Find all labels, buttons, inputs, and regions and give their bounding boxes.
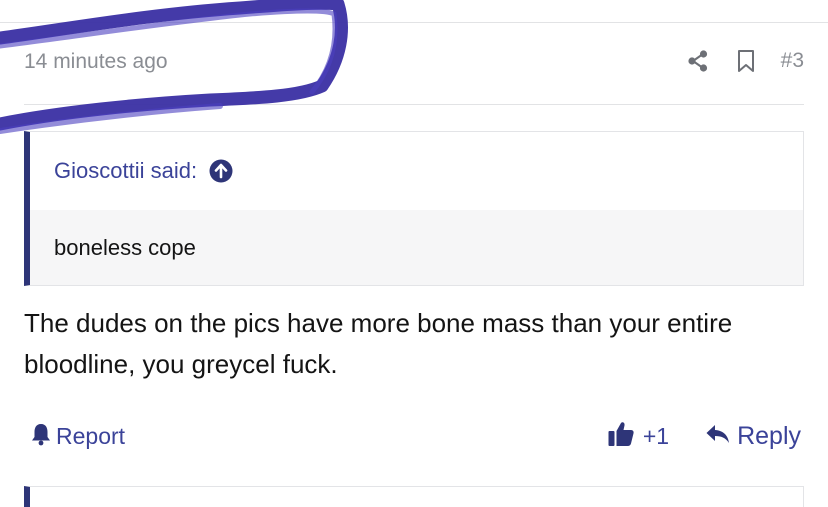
header-divider [24, 104, 804, 105]
reply-arrow-icon [705, 423, 731, 450]
post-message: The dudes on the pics have more bone mas… [24, 308, 733, 379]
reply-button[interactable]: Reply [705, 422, 801, 451]
header-actions: #3 [685, 48, 804, 74]
next-quote-block [24, 486, 804, 507]
quote-body: boneless cope [30, 210, 803, 285]
quote-block: Gioscottii said: boneless cope [24, 131, 804, 286]
bell-icon [30, 422, 52, 451]
reply-label: Reply [737, 422, 801, 450]
arrow-up-circle-icon[interactable] [209, 159, 233, 183]
like-count: +1 [642, 423, 670, 449]
post-header: 14 minutes ago #3 [24, 44, 804, 88]
report-label: Report [56, 423, 126, 449]
thumbs-up-icon [607, 420, 635, 453]
bookmark-icon[interactable] [733, 48, 759, 74]
like-button[interactable]: +1 [607, 420, 669, 453]
quote-header: Gioscottii said: [30, 132, 803, 210]
post-timestamp[interactable]: 14 minutes ago [24, 50, 168, 74]
top-divider [0, 22, 828, 23]
quote-author-link[interactable]: Gioscottii said: [54, 158, 197, 184]
post-number-link[interactable]: #3 [781, 49, 804, 73]
post-footer-actions: +1 Reply [607, 420, 801, 453]
share-icon[interactable] [685, 48, 711, 74]
report-button[interactable]: Report [30, 422, 125, 451]
